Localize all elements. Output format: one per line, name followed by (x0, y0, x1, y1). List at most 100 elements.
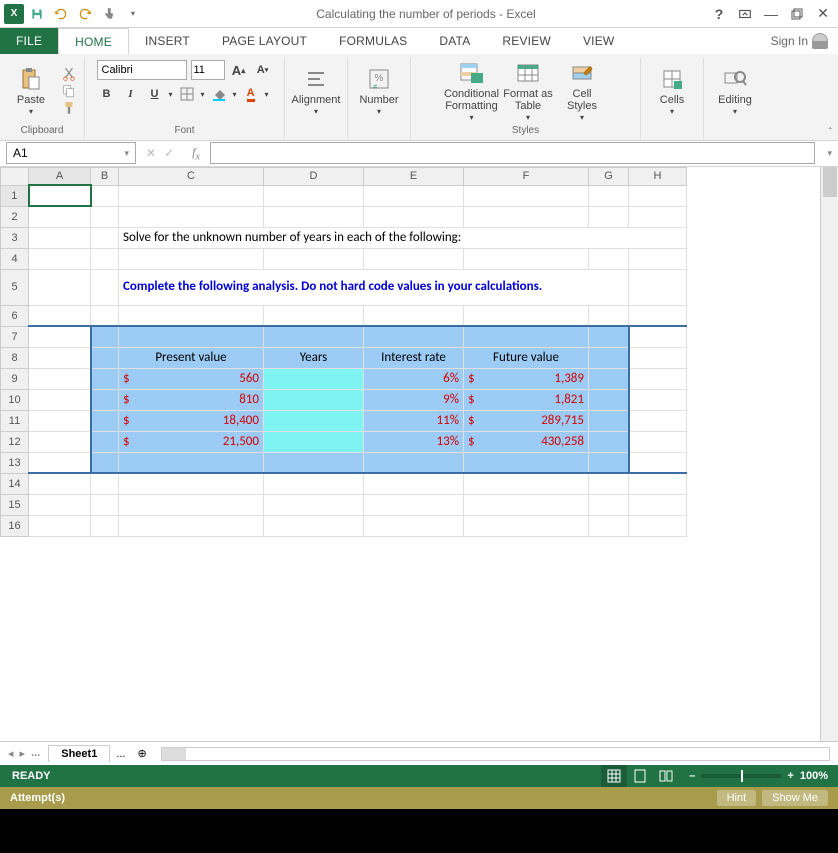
cell-A5[interactable] (29, 269, 91, 305)
row-header-16[interactable]: 16 (1, 515, 29, 536)
cell-C5[interactable]: Complete the following analysis. Do not … (119, 269, 629, 305)
cell-B2[interactable] (91, 206, 119, 227)
zoom-out-icon[interactable]: – (689, 770, 695, 782)
format-painter-icon[interactable] (60, 101, 78, 115)
cell-E4[interactable] (364, 248, 464, 269)
cell-H1[interactable] (629, 185, 687, 206)
decrease-font-icon[interactable]: A▾ (253, 60, 273, 80)
namebox-dropdown-icon[interactable]: ▾ (124, 148, 129, 159)
cell-A2[interactable] (29, 206, 91, 227)
cell-F12[interactable]: $430,258 (464, 431, 589, 452)
cell-E2[interactable] (364, 206, 464, 227)
tab-data[interactable]: DATA (423, 28, 486, 54)
add-sheet-icon[interactable]: ⊕ (131, 747, 152, 760)
cell-D9[interactable] (264, 368, 364, 389)
row-header-1[interactable]: 1 (1, 185, 29, 206)
cell-E11[interactable]: 11% (364, 410, 464, 431)
cell-G8[interactable] (589, 347, 629, 368)
font-size-input[interactable] (191, 60, 225, 80)
cell-C11[interactable]: $18,400 (119, 410, 264, 431)
expand-formula-icon[interactable]: ▾ (821, 148, 838, 159)
row-header-8[interactable]: 8 (1, 347, 29, 368)
cell-A1[interactable] (29, 185, 91, 206)
row-header-11[interactable]: 11 (1, 410, 29, 431)
cell-H14[interactable] (629, 473, 687, 494)
page-break-view-icon[interactable] (653, 765, 679, 787)
cells-button[interactable]: Cells▾ (647, 66, 697, 117)
cell-H9[interactable] (629, 368, 687, 389)
cell-E9[interactable]: 6% (364, 368, 464, 389)
sheet-tab-dots[interactable]: ... (110, 748, 131, 760)
tab-view[interactable]: VIEW (567, 28, 630, 54)
cell-F9[interactable]: $1,389 (464, 368, 589, 389)
cell-B8[interactable] (91, 347, 119, 368)
cell-D8[interactable]: Years (264, 347, 364, 368)
cell-F10[interactable]: $1,821 (464, 389, 589, 410)
qat-dropdown-icon[interactable]: ▾ (122, 3, 144, 25)
underline-button[interactable]: U (145, 84, 165, 104)
cell-D10[interactable] (264, 389, 364, 410)
cell-A9[interactable] (29, 368, 91, 389)
tab-review[interactable]: REVIEW (486, 28, 567, 54)
cell-B5[interactable] (91, 269, 119, 305)
italic-button[interactable]: I (121, 84, 141, 104)
cell-F15[interactable] (464, 494, 589, 515)
cell-C10[interactable]: $810 (119, 389, 264, 410)
fx-icon[interactable]: fx (182, 145, 210, 162)
cell-B7[interactable] (91, 326, 119, 347)
cell-A8[interactable] (29, 347, 91, 368)
tab-formulas[interactable]: FORMULAS (323, 28, 423, 54)
cell-E12[interactable]: 13% (364, 431, 464, 452)
cancel-formula-icon[interactable]: ✕ (146, 146, 156, 160)
cell-F1[interactable] (464, 185, 589, 206)
cell-A11[interactable] (29, 410, 91, 431)
sheet-nav-dots[interactable]: ... (31, 747, 40, 760)
cell-E13[interactable] (364, 452, 464, 473)
sign-in-link[interactable]: Sign In (761, 28, 838, 54)
row-header-4[interactable]: 4 (1, 248, 29, 269)
cell-B15[interactable] (91, 494, 119, 515)
cell-A13[interactable] (29, 452, 91, 473)
cell-D2[interactable] (264, 206, 364, 227)
minimize-button[interactable]: — (760, 3, 782, 25)
editing-button[interactable]: Editing▾ (710, 66, 760, 117)
row-header-10[interactable]: 10 (1, 389, 29, 410)
sheet-tab-1[interactable]: Sheet1 (48, 745, 110, 762)
select-all-corner[interactable] (1, 167, 29, 185)
col-header-A[interactable]: A (29, 167, 91, 185)
cell-D11[interactable] (264, 410, 364, 431)
maximize-button[interactable] (786, 3, 808, 25)
fill-color-icon[interactable] (209, 84, 229, 104)
cell-F13[interactable] (464, 452, 589, 473)
cell-G6[interactable] (589, 305, 629, 326)
cell-H2[interactable] (629, 206, 687, 227)
cell-A12[interactable] (29, 431, 91, 452)
formula-input[interactable] (210, 142, 816, 164)
cell-F6[interactable] (464, 305, 589, 326)
cell-G13[interactable] (589, 452, 629, 473)
cell-H16[interactable] (629, 515, 687, 536)
cell-B12[interactable] (91, 431, 119, 452)
row-header-2[interactable]: 2 (1, 206, 29, 227)
show-me-button[interactable]: Show Me (762, 790, 828, 806)
cell-G1[interactable] (589, 185, 629, 206)
close-button[interactable]: ✕ (812, 3, 834, 25)
cell-F11[interactable]: $289,715 (464, 410, 589, 431)
cell-E15[interactable] (364, 494, 464, 515)
cell-H12[interactable] (629, 431, 687, 452)
cell-C4[interactable] (119, 248, 264, 269)
copy-icon[interactable] (60, 84, 78, 98)
ribbon-options-icon[interactable] (734, 3, 756, 25)
cell-C16[interactable] (119, 515, 264, 536)
cell-B16[interactable] (91, 515, 119, 536)
col-header-D[interactable]: D (264, 167, 364, 185)
normal-view-icon[interactable] (601, 765, 627, 787)
row-header-6[interactable]: 6 (1, 305, 29, 326)
save-qat-icon[interactable] (26, 3, 48, 25)
increase-font-icon[interactable]: A▴ (229, 60, 249, 80)
name-box[interactable]: A1 ▾ (6, 142, 136, 164)
cell-C15[interactable] (119, 494, 264, 515)
cell-F2[interactable] (464, 206, 589, 227)
cell-F4[interactable] (464, 248, 589, 269)
cell-G15[interactable] (589, 494, 629, 515)
